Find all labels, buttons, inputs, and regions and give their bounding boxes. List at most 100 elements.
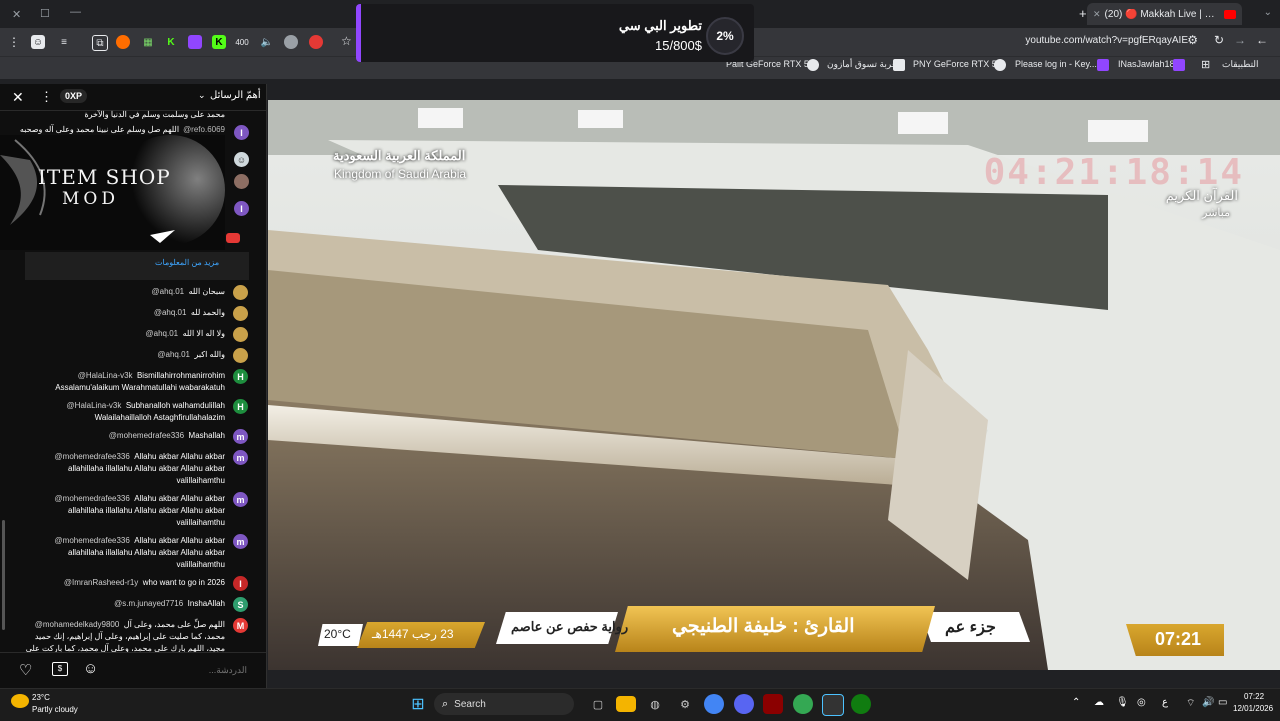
avatar[interactable]: H: [233, 369, 248, 384]
chrome-profile-icon[interactable]: [793, 694, 813, 714]
extension-list-icon[interactable]: ≡: [57, 35, 71, 49]
avatar[interactable]: I: [233, 576, 248, 591]
chat-author[interactable]: @refo.6069: [183, 125, 225, 134]
network-icon[interactable]: ◎: [1137, 697, 1146, 708]
heart-icon[interactable]: ♡: [19, 661, 32, 679]
taskbar-time[interactable]: 07:22: [1244, 692, 1264, 701]
window-close-icon[interactable]: ✕: [12, 8, 21, 21]
chat-scrollbar[interactable]: [2, 520, 5, 630]
super-chat-icon[interactable]: $: [52, 662, 68, 676]
address-bar[interactable]: youtube.com/watch?v=pgfERqayAIE: [1025, 35, 1188, 46]
profile-icon[interactable]: ☺: [31, 35, 45, 49]
language-indicator[interactable]: ع: [1162, 697, 1168, 708]
avatar[interactable]: I: [234, 201, 249, 216]
avatar[interactable]: M: [233, 618, 248, 633]
menu-icon[interactable]: ⋮: [8, 35, 20, 49]
windows-start-icon[interactable]: ⊞: [408, 694, 428, 714]
taskbar-date[interactable]: 12/01/2026: [1233, 704, 1273, 713]
extension-circle-icon[interactable]: [284, 35, 298, 49]
chat-author[interactable]: @s.m.junayed7716: [114, 599, 183, 608]
chat-author[interactable]: @mohemedrafee336: [55, 494, 130, 503]
xp-badge[interactable]: 0XP: [60, 89, 88, 103]
bookmark-apps[interactable]: التطبيقات: [1222, 59, 1259, 70]
avatar[interactable]: S: [233, 597, 248, 612]
chat-author[interactable]: @ahq.01: [152, 287, 185, 296]
chat-author[interactable]: @mohemedrafee336: [55, 536, 130, 545]
avatar[interactable]: [233, 306, 248, 321]
wifi-icon[interactable]: ⌔: [1186, 697, 1195, 710]
avatar[interactable]: [233, 327, 248, 342]
chat-mode-label[interactable]: أهمّ الرسائل: [210, 90, 261, 101]
bookmark-item[interactable]: Please log in - Key...: [1015, 59, 1097, 69]
settings-icon[interactable]: ⚙: [675, 694, 695, 714]
weather-desc[interactable]: Partly cloudy: [32, 705, 78, 714]
onedrive-icon[interactable]: ☁: [1094, 697, 1104, 708]
xbox-icon[interactable]: [851, 694, 871, 714]
chat-author[interactable]: @ahq.01: [146, 329, 179, 338]
avatar[interactable]: ☺: [234, 152, 249, 167]
back-icon[interactable]: ←: [1256, 33, 1268, 47]
extension-orange-icon[interactable]: [116, 35, 130, 49]
window-minimize-icon[interactable]: —: [70, 6, 81, 18]
reload-icon[interactable]: ↻: [1214, 33, 1224, 47]
chat-author[interactable]: @mohemedrafee336: [55, 452, 130, 461]
battery-icon[interactable]: ▭: [1218, 697, 1227, 708]
forward-icon[interactable]: →: [1234, 33, 1246, 47]
avatar[interactable]: [234, 174, 249, 189]
avatar[interactable]: m: [233, 450, 248, 465]
emoji-icon[interactable]: ☺: [83, 660, 98, 677]
chat-author[interactable]: @ahq.01: [154, 308, 187, 317]
app-red-icon[interactable]: [763, 694, 783, 714]
avatar[interactable]: [233, 348, 248, 363]
avatar[interactable]: m: [233, 492, 248, 507]
weather-temp[interactable]: 23°C: [32, 693, 50, 702]
chevron-down-icon[interactable]: ⌄: [198, 90, 206, 101]
chat-author[interactable]: @mohamedelkady9800: [35, 620, 120, 629]
bookmark-item[interactable]: INasJawlah18: [1118, 59, 1175, 69]
bookmark-star-icon[interactable]: ☆: [341, 34, 352, 48]
avatar[interactable]: H: [233, 399, 248, 414]
app-icon[interactable]: ◍: [645, 694, 665, 714]
avatar[interactable]: m: [233, 534, 248, 549]
mic-icon[interactable]: 🎙: [1116, 697, 1129, 708]
task-view-icon[interactable]: ▢: [588, 694, 608, 714]
more-info-link[interactable]: مزيد من المعلومات: [155, 258, 219, 267]
sound-icon[interactable]: 🔈: [260, 35, 274, 49]
tray-chevron-icon[interactable]: ⌃: [1072, 697, 1080, 708]
taskbar-search[interactable]: ⌕ Search: [434, 693, 574, 715]
video-player[interactable]: المملكة العربية السعودية Kingdom of Saud…: [268, 100, 1280, 670]
window-maximize-icon[interactable]: ☐: [40, 7, 50, 20]
chat-author[interactable]: @ImranRasheed-r1y: [64, 578, 138, 587]
extension-kick-icon[interactable]: K: [212, 35, 226, 49]
tab-close-icon[interactable]: ✕: [1093, 9, 1101, 20]
weather-icon[interactable]: [11, 694, 29, 708]
extension-400-icon[interactable]: 400: [235, 35, 249, 49]
avatar[interactable]: [233, 285, 248, 300]
chat-author[interactable]: @mohemedrafee336: [109, 431, 184, 440]
avatar[interactable]: I: [234, 125, 249, 140]
bookmark-item[interactable]: عربة تسوق أمازون: [827, 59, 897, 70]
extension-k-icon[interactable]: K: [164, 35, 178, 49]
chat-author[interactable]: @ahq.01: [157, 350, 190, 359]
extension-red-icon[interactable]: [309, 35, 323, 49]
chat-author[interactable]: @HalaLina-v3k: [78, 371, 133, 380]
close-chat-icon[interactable]: ✕: [12, 89, 24, 106]
avatar[interactable]: m: [233, 429, 248, 444]
chat-author[interactable]: @HalaLina-v3k: [67, 401, 122, 410]
discord-icon[interactable]: [734, 694, 754, 714]
app-active-icon[interactable]: [822, 694, 844, 716]
site-settings-icon[interactable]: ⚙: [1187, 33, 1198, 47]
extension-twitch-icon[interactable]: [188, 35, 202, 49]
chat-menu-icon[interactable]: ⋮: [40, 89, 53, 105]
chrome-icon[interactable]: [704, 694, 724, 714]
file-explorer-icon[interactable]: [616, 696, 636, 712]
extensions-icon[interactable]: ⧉: [92, 35, 108, 51]
bookmark-item[interactable]: PNY GeForce RTX 5...: [913, 59, 1004, 69]
new-tab-icon[interactable]: +: [1079, 6, 1087, 21]
item-shop-ad[interactable]: ITEM SHOP MOD: [0, 135, 225, 250]
chat-input[interactable]: [110, 661, 249, 679]
tab-search-icon[interactable]: ⌄: [1264, 7, 1272, 18]
tab-active[interactable]: ✕ (20) 🔴 Makkah Live | مكة مباشر: [1087, 3, 1242, 25]
extension-grid-icon[interactable]: ▦: [141, 35, 155, 49]
volume-icon[interactable]: 🔊: [1202, 697, 1214, 708]
